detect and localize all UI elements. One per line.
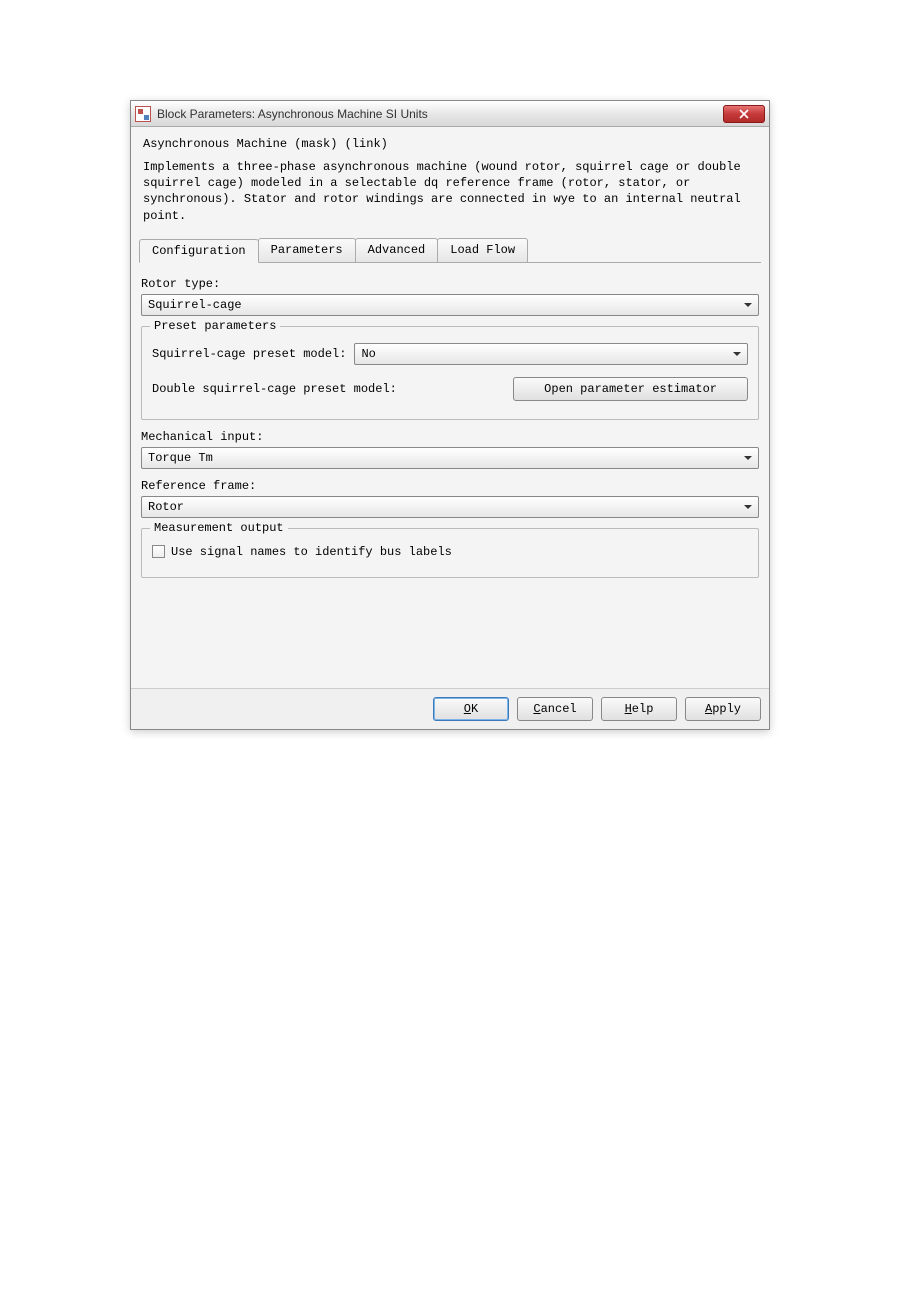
close-button[interactable] [723,105,765,123]
tab-configuration[interactable]: Configuration [139,239,259,263]
chevron-down-icon [744,303,752,307]
mechanical-input-label: Mechanical input: [141,430,759,444]
app-icon [135,106,151,122]
mechanical-input-value: Torque Tm [148,451,213,465]
measurement-output-legend: Measurement output [150,521,288,535]
preset-parameters-legend: Preset parameters [150,319,280,333]
measurement-output-group: Measurement output Use signal names to i… [141,528,759,578]
chevron-down-icon [733,352,741,356]
reference-frame-value: Rotor [148,500,184,514]
mask-link-line: Asynchronous Machine (mask) (link) [139,133,761,159]
cancel-button[interactable]: Cancel [517,697,593,721]
window-title: Block Parameters: Asynchronous Machine S… [157,107,723,121]
ok-button[interactable]: OK [433,697,509,721]
preset-parameters-group: Preset parameters Squirrel-cage preset m… [141,326,759,420]
reference-frame-label: Reference frame: [141,479,759,493]
sc-preset-dropdown[interactable]: No [354,343,748,365]
help-button[interactable]: Help [601,697,677,721]
reference-frame-dropdown[interactable]: Rotor [141,496,759,518]
sc-preset-value: No [361,347,375,361]
rotor-type-value: Squirrel-cage [148,298,242,312]
apply-button[interactable]: Apply [685,697,761,721]
tab-strip: Configuration Parameters Advanced Load F… [139,238,761,263]
dsc-preset-label: Double squirrel-cage preset model: [152,382,505,396]
rotor-type-label: Rotor type: [141,277,759,291]
dialog-window: Block Parameters: Asynchronous Machine S… [130,100,770,730]
spacer [141,588,759,678]
open-parameter-estimator-button[interactable]: Open parameter estimator [513,377,748,401]
signal-names-checkbox[interactable] [152,545,165,558]
signal-names-label: Use signal names to identify bus labels [171,545,452,559]
titlebar: Block Parameters: Asynchronous Machine S… [131,101,769,127]
close-icon [739,109,749,119]
rotor-type-dropdown[interactable]: Squirrel-cage [141,294,759,316]
sc-preset-label: Squirrel-cage preset model: [152,347,346,361]
tab-load-flow[interactable]: Load Flow [437,238,528,262]
chevron-down-icon [744,505,752,509]
signal-names-row: Use signal names to identify bus labels [152,545,748,559]
tab-advanced[interactable]: Advanced [355,238,439,262]
sc-preset-row: Squirrel-cage preset model: No [152,343,748,365]
tab-content-configuration: Rotor type: Squirrel-cage Preset paramet… [139,263,761,682]
chevron-down-icon [744,456,752,460]
tab-parameters[interactable]: Parameters [258,238,356,262]
dialog-body: Asynchronous Machine (mask) (link) Imple… [131,127,769,688]
dsc-preset-row: Double squirrel-cage preset model: Open … [152,377,748,401]
block-description: Implements a three-phase asynchronous ma… [139,159,761,234]
mechanical-input-dropdown[interactable]: Torque Tm [141,447,759,469]
dialog-button-row: OK Cancel Help Apply [131,688,769,729]
